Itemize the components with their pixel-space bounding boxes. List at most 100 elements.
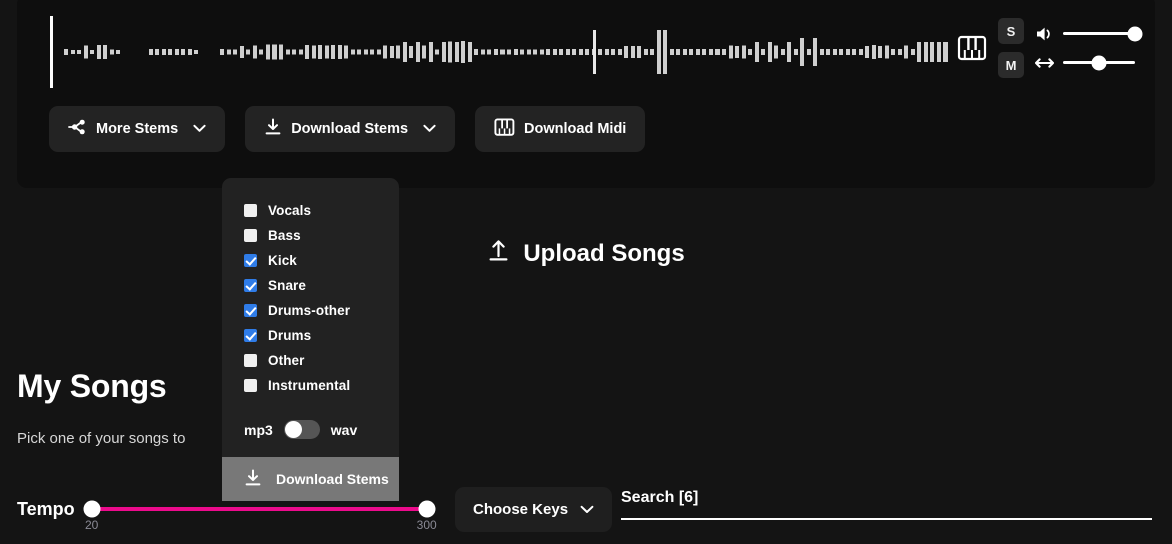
waveform-bar xyxy=(559,49,564,55)
stem-checkbox[interactable] xyxy=(244,229,257,242)
waveform-bar xyxy=(324,45,329,59)
tempo-max-handle[interactable] xyxy=(418,500,436,518)
stem-checkbox[interactable] xyxy=(244,329,257,342)
stem-item-kick[interactable]: Kick xyxy=(222,248,399,273)
waveform-bar xyxy=(578,49,583,55)
waveform-bar xyxy=(435,49,440,55)
choose-keys-label: Choose Keys xyxy=(473,501,569,518)
pan-arrows-icon[interactable] xyxy=(1035,54,1054,72)
piano-keys-icon xyxy=(494,117,515,141)
waveform-bar xyxy=(813,38,818,66)
waveform-bar xyxy=(611,49,616,55)
format-toggle-knob xyxy=(284,421,302,438)
waveform-bar xyxy=(546,49,551,55)
waveform-bar xyxy=(708,49,713,55)
waveform-bar xyxy=(865,46,870,58)
download-midi-button[interactable]: Download Midi xyxy=(475,106,646,152)
playhead-marker[interactable] xyxy=(50,16,53,88)
stem-item-vocals[interactable]: Vocals xyxy=(222,198,399,223)
waveform-bar xyxy=(363,49,368,55)
stem-checkbox[interactable] xyxy=(244,254,257,267)
stem-label: Other xyxy=(268,353,305,368)
waveform-bar xyxy=(272,44,277,60)
more-stems-button[interactable]: More Stems xyxy=(49,106,226,152)
waveform-bar xyxy=(852,49,857,55)
stem-item-bass[interactable]: Bass xyxy=(222,223,399,248)
search-underline xyxy=(621,518,1152,520)
waveform-bar xyxy=(637,46,642,58)
waveform-bar xyxy=(305,45,310,59)
search-field[interactable]: Search [6] xyxy=(621,489,1152,520)
chevron-down-icon xyxy=(193,121,206,137)
waveform-bar xyxy=(168,49,173,55)
waveform-bar xyxy=(761,49,766,55)
waveform-bar xyxy=(891,49,896,55)
mute-button[interactable]: M xyxy=(998,52,1024,78)
waveform-bar xyxy=(539,49,544,55)
stem-checkbox[interactable] xyxy=(244,354,257,367)
stem-item-instrumental[interactable]: Instrumental xyxy=(222,373,399,398)
waveform-bar xyxy=(728,45,733,59)
stem-item-snare[interactable]: Snare xyxy=(222,273,399,298)
waveform-bar xyxy=(103,45,108,59)
waveform-area[interactable] xyxy=(50,16,950,88)
pan-slider-knob[interactable] xyxy=(1091,55,1107,70)
audio-sliders xyxy=(1035,25,1143,72)
waveform-bar xyxy=(585,49,590,55)
waveform-bar xyxy=(350,49,355,55)
volume-slider-knob[interactable] xyxy=(1127,26,1143,41)
format-toggle-row: mp3 wav xyxy=(222,398,399,457)
stem-checkbox[interactable] xyxy=(244,379,257,392)
stem-label: Bass xyxy=(268,228,301,243)
stem-label: Instrumental xyxy=(268,378,351,393)
waveform-bar xyxy=(70,50,75,54)
waveform-bar xyxy=(181,49,186,55)
tempo-min-handle[interactable] xyxy=(83,500,101,518)
waveform-bar xyxy=(604,49,609,55)
waveform-bar xyxy=(832,49,837,55)
stem-checkbox[interactable] xyxy=(244,279,257,292)
waveform-bar xyxy=(715,49,720,55)
waveform-bar xyxy=(774,45,779,59)
dropdown-download-stems-button[interactable]: Download Stems xyxy=(222,457,399,501)
solo-mute-group: S M xyxy=(998,18,1024,78)
waveform-bar xyxy=(565,49,570,55)
waveform-bar xyxy=(871,45,876,59)
format-toggle[interactable] xyxy=(283,420,320,439)
choose-keys-button[interactable]: Choose Keys xyxy=(455,487,613,532)
download-icon xyxy=(264,118,282,140)
app-root: S M More Stems Download Stems Download M… xyxy=(0,0,1172,544)
pan-slider-track[interactable] xyxy=(1063,55,1135,70)
tempo-range-track[interactable] xyxy=(86,507,432,511)
stem-checkbox[interactable] xyxy=(244,204,257,217)
audio-waveform[interactable] xyxy=(64,16,950,88)
solo-button[interactable]: S xyxy=(998,18,1024,44)
stem-label: Vocals xyxy=(268,203,312,218)
waveform-bar xyxy=(109,49,114,55)
waveform-bar xyxy=(669,49,674,55)
waveform-bar xyxy=(682,49,687,55)
player-action-buttons: More Stems Download Stems Download Midi xyxy=(49,106,646,152)
waveform-bar xyxy=(806,49,811,55)
waveform-bar xyxy=(64,49,69,55)
waveform-bar xyxy=(285,49,290,55)
waveform-bar xyxy=(721,49,727,55)
upload-songs-button[interactable]: Upload Songs xyxy=(0,238,1172,269)
waveform-bar xyxy=(474,49,479,55)
stem-item-drums-other[interactable]: Drums-other xyxy=(222,298,399,323)
stem-item-drums[interactable]: Drums xyxy=(222,323,399,348)
stem-item-other[interactable]: Other xyxy=(222,348,399,373)
stems-split-icon xyxy=(68,118,87,140)
waveform-bar xyxy=(480,49,485,55)
download-stems-button[interactable]: Download Stems xyxy=(245,106,456,152)
waveform-bar xyxy=(663,30,668,74)
waveform-cursor[interactable] xyxy=(593,30,596,74)
stem-checkbox[interactable] xyxy=(244,304,257,317)
volume-slider-track[interactable] xyxy=(1063,26,1143,41)
waveform-bar xyxy=(826,49,831,55)
upload-icon xyxy=(487,238,510,269)
waveform-bar xyxy=(878,46,883,58)
waveform-bar xyxy=(845,49,850,55)
volume-icon[interactable] xyxy=(1035,25,1054,43)
search-label: Search [6] xyxy=(621,489,699,506)
